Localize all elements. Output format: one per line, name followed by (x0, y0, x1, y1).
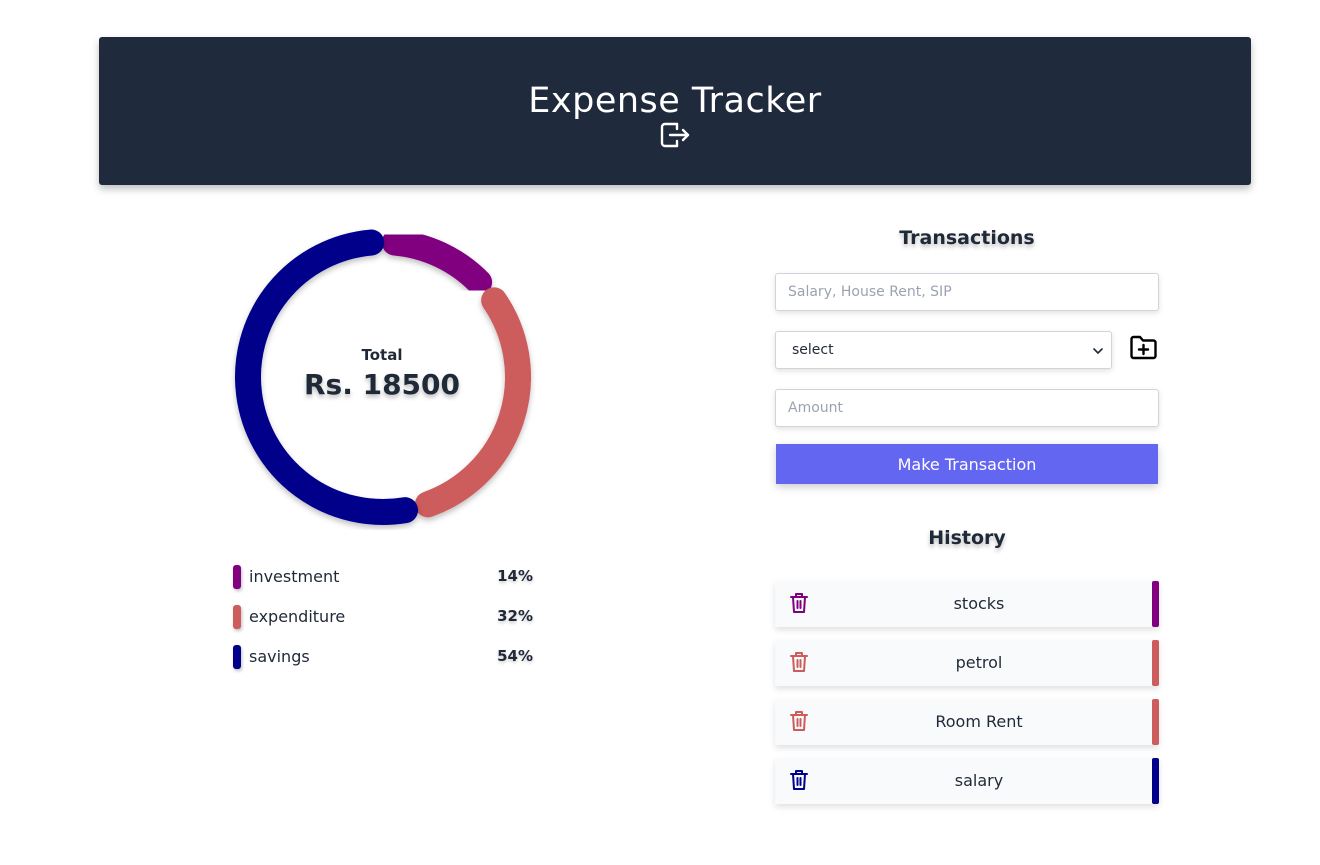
transaction-type-select[interactable]: select (775, 331, 1112, 369)
doughnut-slice-investment (381, 229, 493, 296)
legend-percent: 14% (497, 567, 533, 585)
history-item: salary (775, 758, 1159, 804)
trash-icon[interactable] (790, 651, 808, 673)
chevron-down-icon (1093, 348, 1103, 354)
legend-percent: 32% (497, 607, 533, 625)
history-item: stocks (775, 581, 1159, 627)
legend-item-investment: investment 14% (233, 565, 533, 589)
category-color-bar (1152, 758, 1159, 804)
legend-label: investment (249, 567, 340, 586)
history-item: Room Rent (775, 699, 1159, 745)
category-color-bar (1152, 640, 1159, 686)
legend-percent: 54% (497, 647, 533, 665)
amount-input[interactable] (775, 389, 1159, 427)
legend-label: savings (249, 647, 310, 666)
legend-swatch (233, 645, 241, 669)
select-value: select (792, 342, 834, 358)
folder-plus-icon[interactable] (1129, 334, 1158, 361)
make-transaction-button[interactable]: Make Transaction (776, 444, 1158, 484)
legend-item-expenditure: expenditure 32% (233, 605, 533, 629)
history-title: History (928, 527, 1006, 549)
app-title: Expense Tracker (528, 81, 822, 121)
category-color-bar (1152, 581, 1159, 627)
total-amount: Rs. 18500 (303, 368, 461, 401)
total-label: Total (361, 346, 403, 364)
history-item-name: petrol (955, 653, 1003, 672)
legend-swatch (233, 565, 241, 589)
history-item-name: Room Rent (935, 712, 1023, 731)
history-item: petrol (775, 640, 1159, 686)
legend-swatch (233, 605, 241, 629)
history-item-name: stocks (953, 594, 1005, 613)
trash-icon[interactable] (790, 769, 808, 791)
app-header: Expense Tracker (99, 37, 1251, 185)
transaction-name-input[interactable] (775, 273, 1159, 311)
trash-icon[interactable] (790, 592, 808, 614)
legend-item-savings: savings 54% (233, 645, 533, 669)
category-color-bar (1152, 699, 1159, 745)
history-item-name: salary (954, 771, 1004, 790)
doughnut-slice-expenditure (414, 287, 531, 518)
transactions-title: Transactions (899, 227, 1035, 249)
logout-icon[interactable] (659, 120, 691, 150)
trash-icon[interactable] (790, 710, 808, 732)
legend-label: expenditure (249, 607, 346, 626)
